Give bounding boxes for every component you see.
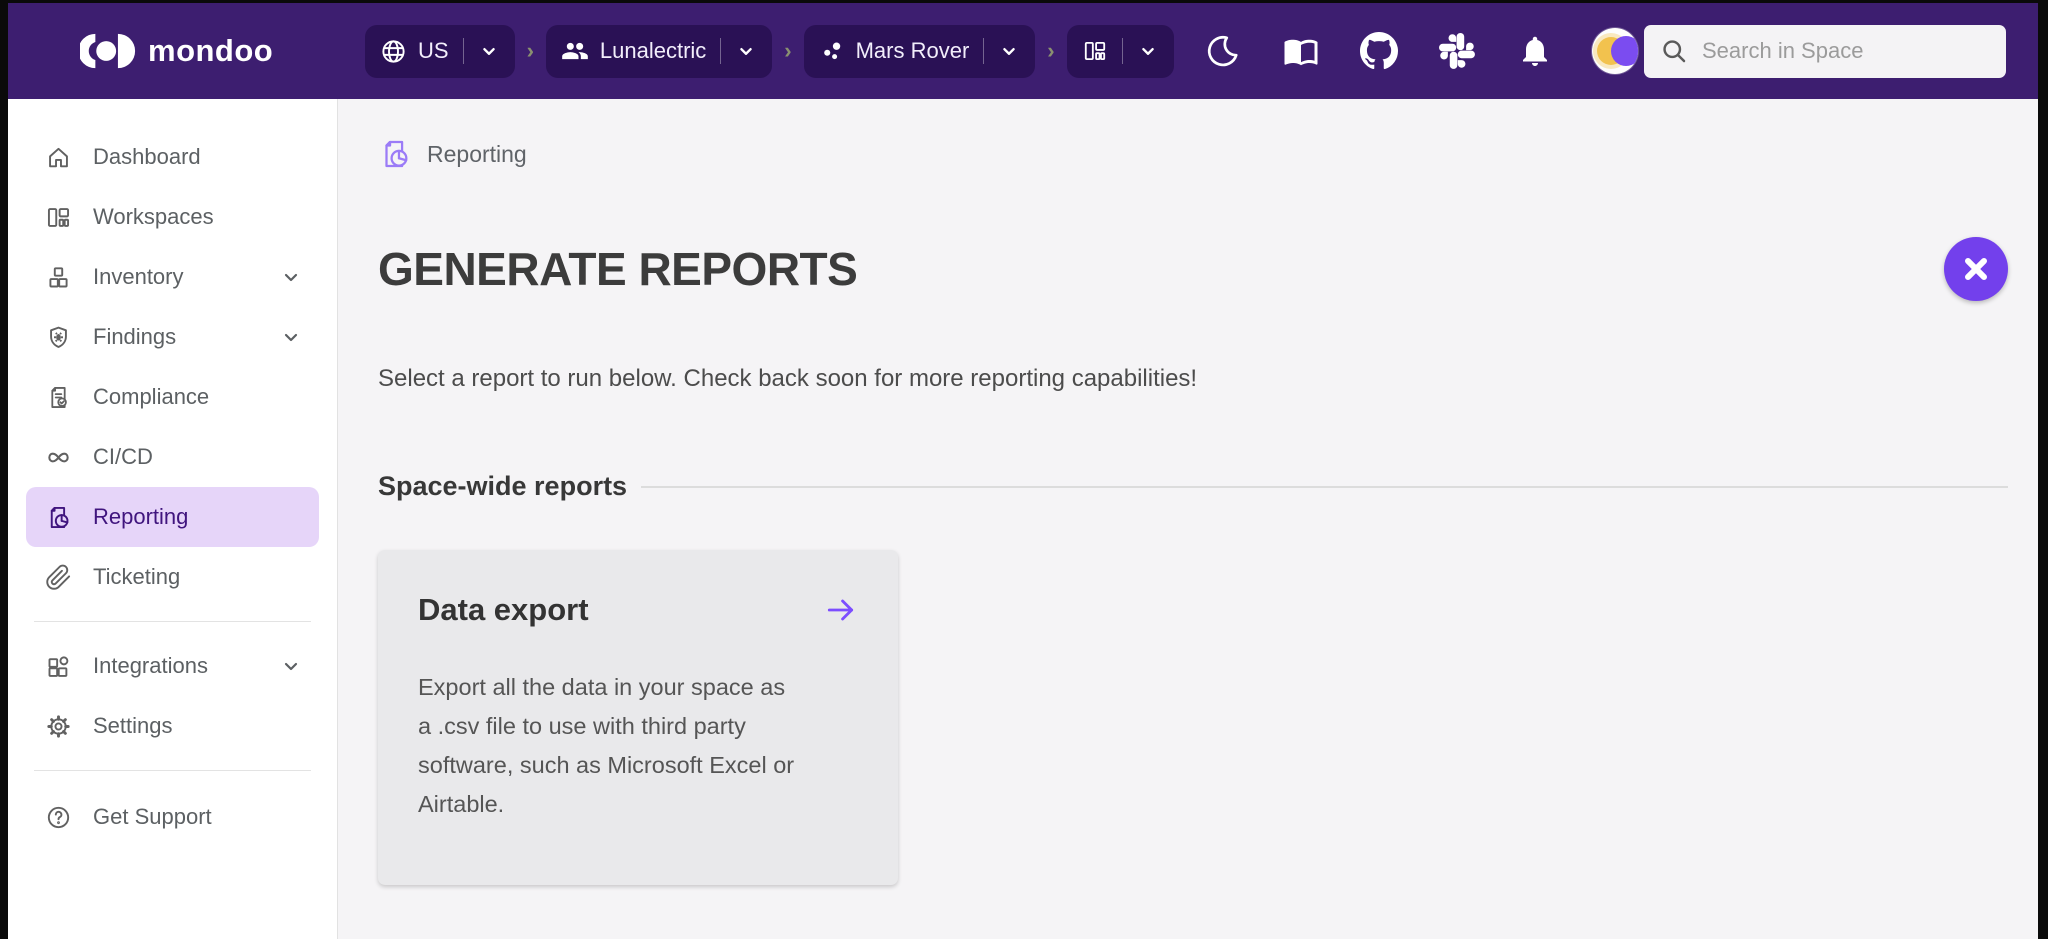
- organization-label: Lunalectric: [599, 38, 707, 63]
- moon-icon: [1205, 33, 1241, 69]
- inventory-cubes-icon: [45, 264, 72, 291]
- divider: [462, 38, 464, 64]
- people-icon: [561, 37, 589, 65]
- docs-button[interactable]: [1280, 30, 1322, 72]
- home-icon: [45, 144, 72, 171]
- chevron-down-icon[interactable]: [279, 265, 303, 289]
- space-selector[interactable]: Mars Rover: [803, 24, 1036, 78]
- card-description: Export all the data in your space as a .…: [418, 674, 795, 817]
- region-label: US: [418, 38, 449, 63]
- chevron-down-icon[interactable]: [998, 40, 1020, 62]
- region-selector[interactable]: US: [365, 24, 515, 78]
- mondoo-logo[interactable]: mondoo: [8, 28, 338, 74]
- integrations-icon: [45, 653, 72, 680]
- dark-mode-toggle[interactable]: [1202, 30, 1244, 72]
- space-search[interactable]: [1644, 24, 2006, 78]
- divider: [983, 38, 985, 64]
- sidebar-item-ticketing[interactable]: Ticketing: [26, 547, 319, 607]
- search-input[interactable]: [1700, 37, 1990, 65]
- section-header: Space-wide reports: [378, 471, 2008, 502]
- data-export-card[interactable]: Data export Export all the data in your …: [378, 550, 898, 885]
- app-window: mondoo US › Lunalectric › Mars Rover › S…: [8, 3, 2038, 939]
- sidebar-item-reporting[interactable]: Reporting: [26, 487, 319, 547]
- sidebar-item-settings[interactable]: Settings: [26, 696, 319, 756]
- top-header: mondoo US › Lunalectric › Mars Rover › S…: [8, 3, 2038, 99]
- chevron-down-icon[interactable]: [735, 40, 757, 62]
- slack-button[interactable]: [1436, 30, 1478, 72]
- sidebar-divider: [34, 621, 311, 622]
- arrow-right-icon: [824, 593, 858, 627]
- close-button[interactable]: [1944, 237, 2008, 301]
- slack-icon: [1438, 33, 1475, 69]
- github-button[interactable]: [1358, 30, 1400, 72]
- help-circle-icon: [45, 804, 72, 831]
- breadcrumb-label: Reporting: [427, 140, 527, 167]
- logo-text: mondoo: [148, 33, 274, 68]
- infinity-icon: [45, 444, 72, 471]
- sidebar-item-dashboard[interactable]: Dashboard: [26, 127, 319, 187]
- sidebar-item-integrations[interactable]: Integrations: [26, 636, 319, 696]
- sidebar-item-cicd[interactable]: CI/CD: [26, 427, 319, 487]
- compliance-doc-icon: [45, 384, 72, 411]
- space-dots-icon: [819, 38, 845, 64]
- notifications-button[interactable]: [1514, 30, 1556, 72]
- globe-icon: [380, 38, 407, 65]
- workspace-selector[interactable]: [1066, 24, 1174, 78]
- chevron-down-icon[interactable]: [279, 654, 303, 678]
- avatar-moon-graphic: [1610, 36, 1638, 66]
- breadcrumb-separator: ›: [784, 38, 792, 63]
- sidebar-item-workspaces[interactable]: Workspaces: [26, 187, 319, 247]
- organization-selector[interactable]: Lunalectric: [545, 24, 773, 78]
- search-icon: [1660, 37, 1688, 65]
- divider: [1121, 38, 1123, 64]
- reporting-icon: [45, 504, 72, 531]
- header-icon-group: [1202, 28, 1638, 74]
- reporting-icon: [378, 137, 412, 171]
- chevron-down-icon[interactable]: [279, 325, 303, 349]
- github-icon: [1359, 32, 1398, 70]
- shield-bug-icon: [45, 324, 72, 351]
- chevron-down-icon[interactable]: [1137, 40, 1159, 62]
- sidebar-divider: [34, 770, 311, 771]
- page-title: GENERATE REPORTS: [378, 243, 858, 295]
- main-content: Reporting GENERATE REPORTS Select a repo…: [338, 99, 2038, 939]
- sidebar-item-inventory[interactable]: Inventory: [26, 247, 319, 307]
- workspaces-icon: [45, 204, 72, 231]
- close-icon: [1961, 254, 1991, 284]
- context-breadcrumbs: US › Lunalectric › Mars Rover ›: [365, 24, 1174, 78]
- space-label: Mars Rover: [855, 38, 970, 63]
- chevron-down-icon[interactable]: [478, 40, 500, 62]
- book-icon: [1283, 33, 1319, 69]
- paperclip-icon: [45, 564, 72, 591]
- sidebar: Dashboard Workspaces Inventory Findings …: [8, 99, 338, 939]
- breadcrumb[interactable]: Reporting: [378, 137, 2008, 171]
- user-avatar[interactable]: [1591, 28, 1638, 74]
- mondoo-logo-icon: [80, 28, 136, 74]
- section-divider-line: [641, 485, 2008, 488]
- divider: [720, 38, 722, 64]
- breadcrumb-separator: ›: [1047, 38, 1055, 63]
- breadcrumb-separator: ›: [526, 38, 534, 63]
- intro-text: Select a report to run below. Check back…: [378, 365, 1198, 392]
- gear-icon: [45, 713, 72, 740]
- bell-icon: [1517, 33, 1553, 69]
- section-title: Space-wide reports: [378, 471, 628, 501]
- sidebar-item-compliance[interactable]: Compliance: [26, 367, 319, 427]
- card-title: Data export: [418, 592, 589, 627]
- sidebar-item-findings[interactable]: Findings: [26, 307, 319, 367]
- sidebar-item-get-support[interactable]: Get Support: [26, 787, 319, 847]
- workspaces-icon: [1082, 38, 1108, 64]
